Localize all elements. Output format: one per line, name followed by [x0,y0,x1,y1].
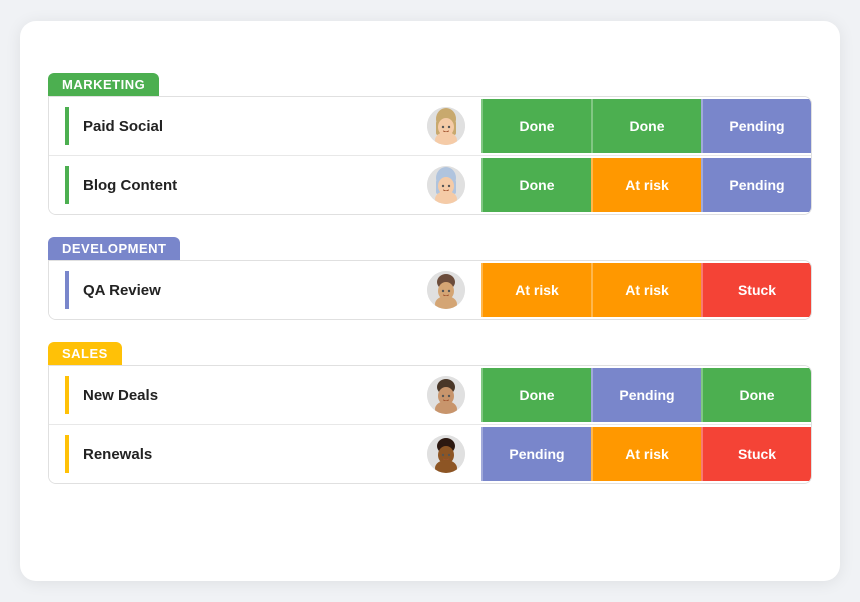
status-cell-pending[interactable]: Pending [701,158,811,212]
status-cell-pending[interactable]: Pending [481,427,591,481]
status-cells: DonePendingDone [481,368,811,422]
row-name: Paid Social [83,118,413,135]
avatar [427,107,465,145]
status-cell-done[interactable]: Done [481,368,591,422]
group-marketing: MARKETINGPaid Social DoneDonePendingBlog… [48,73,812,215]
row-left: QA Review [49,261,481,319]
row-name: New Deals [83,387,413,404]
row-left: Blog Content [49,156,481,214]
row-left: New Deals [49,366,481,424]
row-name: QA Review [83,282,413,299]
group-development: DEVELOPMENTQA Review At riskAt riskStuck [48,237,812,320]
main-card: MARKETINGPaid Social DoneDonePendingBlog… [20,21,840,581]
group-body-development: QA Review At riskAt riskStuck [48,260,812,320]
status-cells: PendingAt riskStuck [481,427,811,481]
status-cell-done[interactable]: Done [591,99,701,153]
status-cell-pending[interactable]: Pending [701,99,811,153]
status-cell-at-risk[interactable]: At risk [481,263,591,317]
group-body-marketing: Paid Social DoneDonePendingBlog Content … [48,96,812,215]
group-sales: SALESNew Deals DonePendingDoneRenewals P… [48,342,812,484]
row-accent-strip [65,271,69,309]
row-accent-strip [65,107,69,145]
status-cells: DoneDonePending [481,99,811,153]
row-left: Renewals [49,425,481,483]
avatar [427,435,465,473]
avatar [427,271,465,309]
table-row[interactable]: Paid Social DoneDonePending [49,97,811,156]
row-accent-strip [65,166,69,204]
status-cell-done[interactable]: Done [701,368,811,422]
group-header-sales: SALES [48,342,122,365]
row-name: Renewals [83,446,413,463]
table-row[interactable]: Blog Content DoneAt riskPending [49,156,811,214]
avatar [427,166,465,204]
status-cell-at-risk[interactable]: At risk [591,263,701,317]
avatar [427,376,465,414]
group-header-development: DEVELOPMENT [48,237,180,260]
table-row[interactable]: QA Review At riskAt riskStuck [49,261,811,319]
row-accent-strip [65,376,69,414]
table-row[interactable]: Renewals PendingAt riskStuck [49,425,811,483]
status-cell-done[interactable]: Done [481,158,591,212]
status-cell-pending[interactable]: Pending [591,368,701,422]
status-cell-stuck[interactable]: Stuck [701,263,811,317]
status-cells: DoneAt riskPending [481,158,811,212]
status-cells: At riskAt riskStuck [481,263,811,317]
group-body-sales: New Deals DonePendingDoneRenewals Pendin… [48,365,812,484]
row-left: Paid Social [49,97,481,155]
status-cell-done[interactable]: Done [481,99,591,153]
status-cell-stuck[interactable]: Stuck [701,427,811,481]
table-row[interactable]: New Deals DonePendingDone [49,366,811,425]
status-cell-at-risk[interactable]: At risk [591,427,701,481]
row-name: Blog Content [83,177,413,194]
status-cell-at-risk[interactable]: At risk [591,158,701,212]
group-header-marketing: MARKETING [48,73,159,96]
row-accent-strip [65,435,69,473]
